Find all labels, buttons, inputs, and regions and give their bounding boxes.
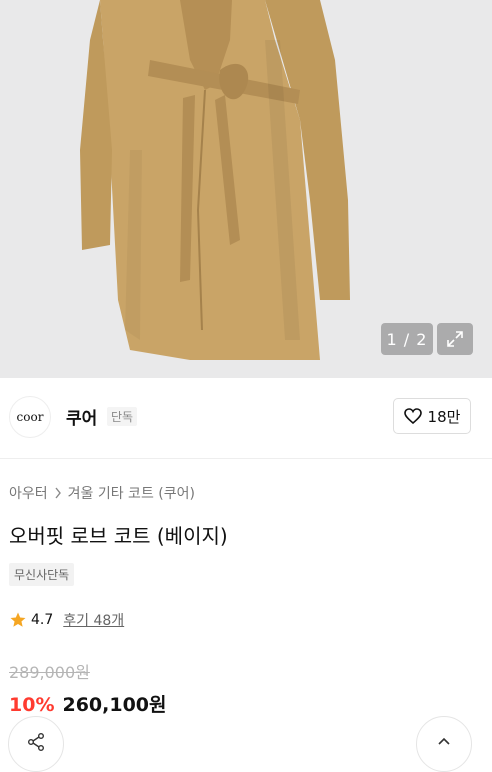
chevron-right-icon — [55, 487, 61, 499]
chevron-up-icon — [438, 737, 450, 745]
scroll-top-button[interactable] — [416, 716, 472, 772]
product-title: 오버핏 로브 코트 (베이지) — [9, 524, 228, 548]
breadcrumb-item-category[interactable]: 아우터 — [9, 483, 48, 503]
expand-icon[interactable] — [437, 323, 473, 355]
brand-row: coor 쿠어 단독 18만 — [0, 378, 492, 459]
heart-icon — [403, 408, 422, 424]
share-button[interactable] — [8, 716, 64, 772]
original-price: 289,000원 — [9, 663, 90, 682]
final-price: 260,100원 — [62, 694, 167, 716]
price-row: 10% 260,100원 — [9, 690, 167, 717]
star-icon — [10, 612, 26, 627]
like-button[interactable]: 18만 — [393, 398, 471, 434]
review-link[interactable]: 후기 48개 — [63, 610, 124, 630]
breadcrumb: 아우터 겨울 기타 코트 (쿠어) — [9, 483, 195, 503]
discount-rate: 10% — [9, 694, 55, 716]
rating-summary: 4.7 후기 48개 — [9, 610, 124, 630]
breadcrumb-item-subcategory[interactable]: 겨울 기타 코트 (쿠어) — [68, 483, 195, 503]
product-image-gallery[interactable]: 1 / 2 — [0, 0, 492, 378]
exclusive-badge: 무신사단독 — [9, 563, 75, 586]
share-icon — [28, 733, 44, 751]
brand-exclusive-tag: 단독 — [107, 407, 138, 426]
image-counter: 1 / 2 — [381, 323, 433, 355]
like-count: 18만 — [427, 407, 461, 426]
product-image — [80, 0, 350, 360]
rating-value: 4.7 — [31, 612, 54, 628]
brand-name[interactable]: 쿠어 — [66, 404, 97, 429]
brand-logo[interactable]: coor — [9, 396, 51, 438]
